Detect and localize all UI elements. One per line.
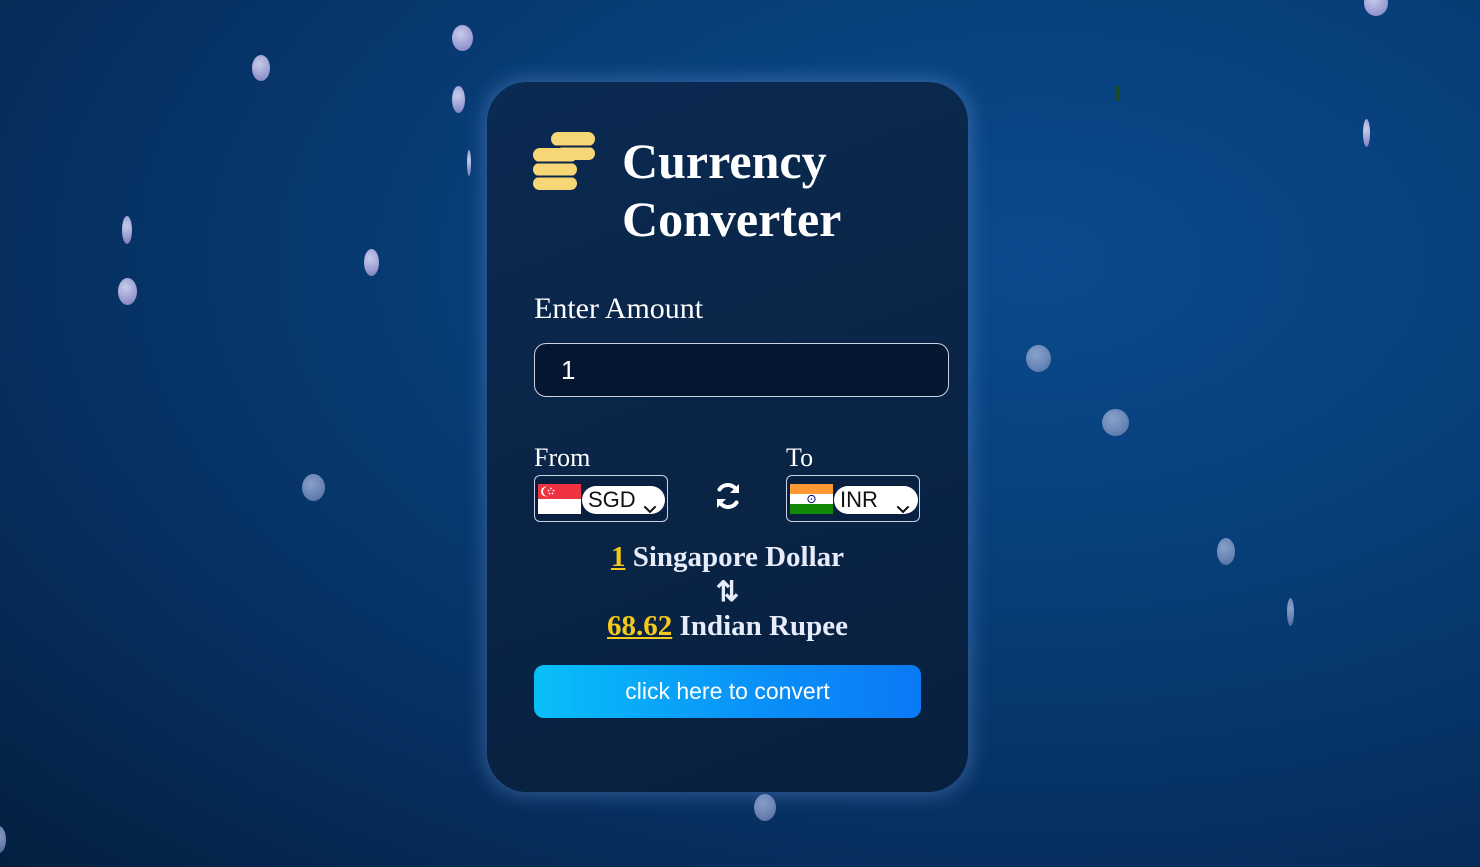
swap-icon[interactable] xyxy=(712,480,744,512)
result-to-currency: Indian Rupee xyxy=(679,610,848,642)
bubble xyxy=(0,826,6,853)
decorative-mark xyxy=(1115,86,1119,101)
converter-card: Currency Converter Enter Amount From SGD xyxy=(487,82,968,792)
from-currency-value[interactable]: SGD xyxy=(582,486,665,514)
bubble xyxy=(754,794,776,821)
singapore-flag-icon xyxy=(538,484,581,514)
coins-icon xyxy=(533,130,597,192)
to-currency-code: INR xyxy=(840,487,878,512)
bubble xyxy=(1026,345,1051,372)
result-from: 1 Singapore Dollar xyxy=(487,541,968,574)
amount-label: Enter Amount xyxy=(534,292,704,325)
bubble xyxy=(1217,538,1235,565)
bubble xyxy=(452,86,465,113)
bubble xyxy=(1287,598,1294,626)
to-label: To xyxy=(786,443,814,472)
bubble xyxy=(122,216,132,244)
bubble xyxy=(1364,0,1388,16)
bubble xyxy=(364,249,379,276)
bubble xyxy=(118,278,137,305)
bubble xyxy=(252,55,270,81)
page-title: Currency Converter xyxy=(622,133,842,247)
bubble xyxy=(1102,409,1129,436)
result-to: 68.62 Indian Rupee xyxy=(487,610,968,643)
convert-button[interactable]: click here to convert xyxy=(534,665,921,718)
india-flag-icon xyxy=(790,484,833,514)
bubble xyxy=(467,150,471,176)
bubble xyxy=(302,474,325,501)
result-arrows-icon: ⇅ xyxy=(715,577,740,608)
result-from-amount: 1 xyxy=(610,541,626,573)
to-currency-select[interactable]: INR xyxy=(786,475,920,522)
to-currency-value[interactable]: INR xyxy=(834,486,918,514)
bubble xyxy=(1363,119,1370,147)
result-from-currency: Singapore Dollar xyxy=(632,541,845,573)
from-label: From xyxy=(534,443,591,472)
from-currency-select[interactable]: SGD xyxy=(534,475,668,522)
from-currency-code: SGD xyxy=(588,487,636,512)
chevron-down-icon xyxy=(643,494,657,514)
amount-input[interactable] xyxy=(534,343,949,397)
chevron-down-icon xyxy=(896,494,910,514)
bubble xyxy=(452,25,473,51)
result-to-amount: 68.62 xyxy=(607,610,673,642)
